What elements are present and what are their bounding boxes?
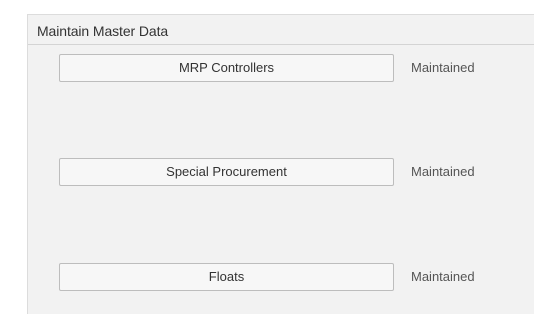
row-special-procurement: Special Procurement Maintained xyxy=(59,158,529,186)
mrp-controllers-button[interactable]: MRP Controllers xyxy=(59,54,394,82)
special-procurement-status: Maintained xyxy=(411,164,475,179)
floats-button[interactable]: Floats xyxy=(59,263,394,291)
row-mrp-controllers: MRP Controllers Maintained xyxy=(59,54,529,82)
maintain-master-data-panel: Maintain Master Data MRP Controllers Mai… xyxy=(27,14,534,314)
section-title: Maintain Master Data xyxy=(37,23,169,39)
row-floats: Floats Maintained xyxy=(59,263,529,291)
title-divider xyxy=(28,44,534,45)
special-procurement-button[interactable]: Special Procurement xyxy=(59,158,394,186)
floats-status: Maintained xyxy=(411,269,475,284)
mrp-controllers-status: Maintained xyxy=(411,60,475,75)
